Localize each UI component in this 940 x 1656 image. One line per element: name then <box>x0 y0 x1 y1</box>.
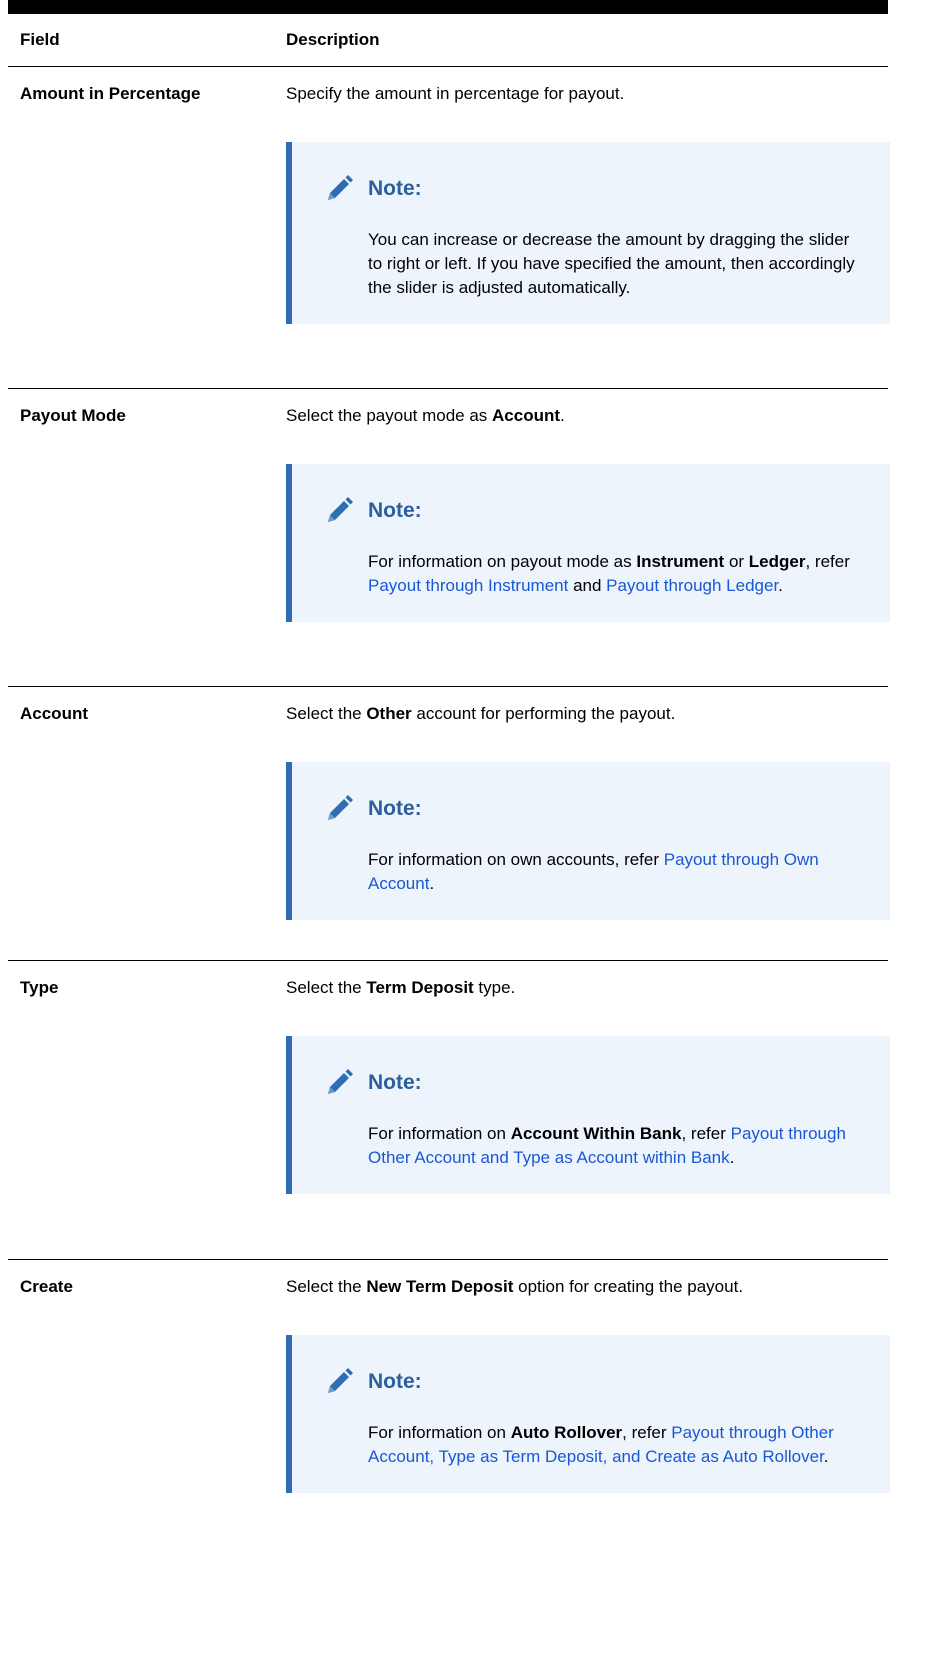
table-top-rule <box>8 0 888 14</box>
note-title: Note: <box>368 177 422 200</box>
description-text: Select the Other account for performing … <box>286 704 676 723</box>
note-box: Note: For information on payout mode as … <box>286 464 890 622</box>
note-header: Note: <box>322 792 860 826</box>
note-text: For information on payout mode as Instru… <box>368 552 850 595</box>
link-payout-through-ledger[interactable]: Payout through Ledger <box>606 576 778 595</box>
description-text: Specify the amount in percentage for pay… <box>286 84 625 103</box>
note-text: For information on Account Within Bank, … <box>368 1124 846 1167</box>
pencil-icon <box>328 795 353 820</box>
pencil-icon <box>328 1069 353 1094</box>
field-description-table: Field Description Amount in Percentage S… <box>8 0 890 1640</box>
table-row: Amount in Percentage Specify the amount … <box>8 67 890 389</box>
table-row: Account Select the Other account for per… <box>8 687 890 961</box>
table-row: Create Select the New Term Deposit optio… <box>8 1260 890 1640</box>
note-header: Note: <box>322 494 860 528</box>
field-name: Amount in Percentage <box>20 84 201 103</box>
description-text: Select the payout mode as Account. <box>286 406 565 425</box>
note-box: Note: You can increase or decrease the a… <box>286 142 890 324</box>
note-box: Note: For information on own accounts, r… <box>286 762 890 920</box>
note-title: Note: <box>368 499 422 522</box>
field-description: Select the Term Deposit type. Note: For … <box>272 961 890 1259</box>
note-box: Note: For information on Account Within … <box>286 1036 890 1194</box>
note-title: Note: <box>368 1370 422 1393</box>
note-box: Note: For information on Auto Rollover, … <box>286 1335 890 1493</box>
table-row: Type Select the Term Deposit type. Note:… <box>8 961 890 1260</box>
field-description: Select the payout mode as Account. Note:… <box>272 389 890 686</box>
field-description: Select the New Term Deposit option for c… <box>272 1260 890 1640</box>
pencil-icon <box>328 175 353 200</box>
link-payout-through-instrument[interactable]: Payout through Instrument <box>368 576 568 595</box>
note-text: For information on Auto Rollover, refer … <box>368 1423 834 1466</box>
description-text: Select the New Term Deposit option for c… <box>286 1277 744 1296</box>
field-name: Type <box>20 978 59 997</box>
note-text: For information on own accounts, refer P… <box>368 850 819 893</box>
field-name: Account <box>20 704 88 723</box>
note-title: Note: <box>368 797 422 820</box>
note-header: Note: <box>322 1365 860 1399</box>
table-row: Payout Mode Select the payout mode as Ac… <box>8 389 890 687</box>
pencil-icon <box>328 497 353 522</box>
header-field: Field <box>20 30 60 49</box>
field-name: Create <box>20 1277 73 1296</box>
field-description: Specify the amount in percentage for pay… <box>272 67 890 388</box>
table-header-row: Field Description <box>8 14 888 67</box>
header-description: Description <box>286 30 380 49</box>
pencil-icon <box>328 1368 353 1393</box>
note-text: You can increase or decrease the amount … <box>368 230 855 297</box>
field-description: Select the Other account for performing … <box>272 687 890 960</box>
note-title: Note: <box>368 1071 422 1094</box>
note-header: Note: <box>322 172 860 206</box>
field-name: Payout Mode <box>20 406 126 425</box>
note-header: Note: <box>322 1066 860 1100</box>
description-text: Select the Term Deposit type. <box>286 978 516 997</box>
